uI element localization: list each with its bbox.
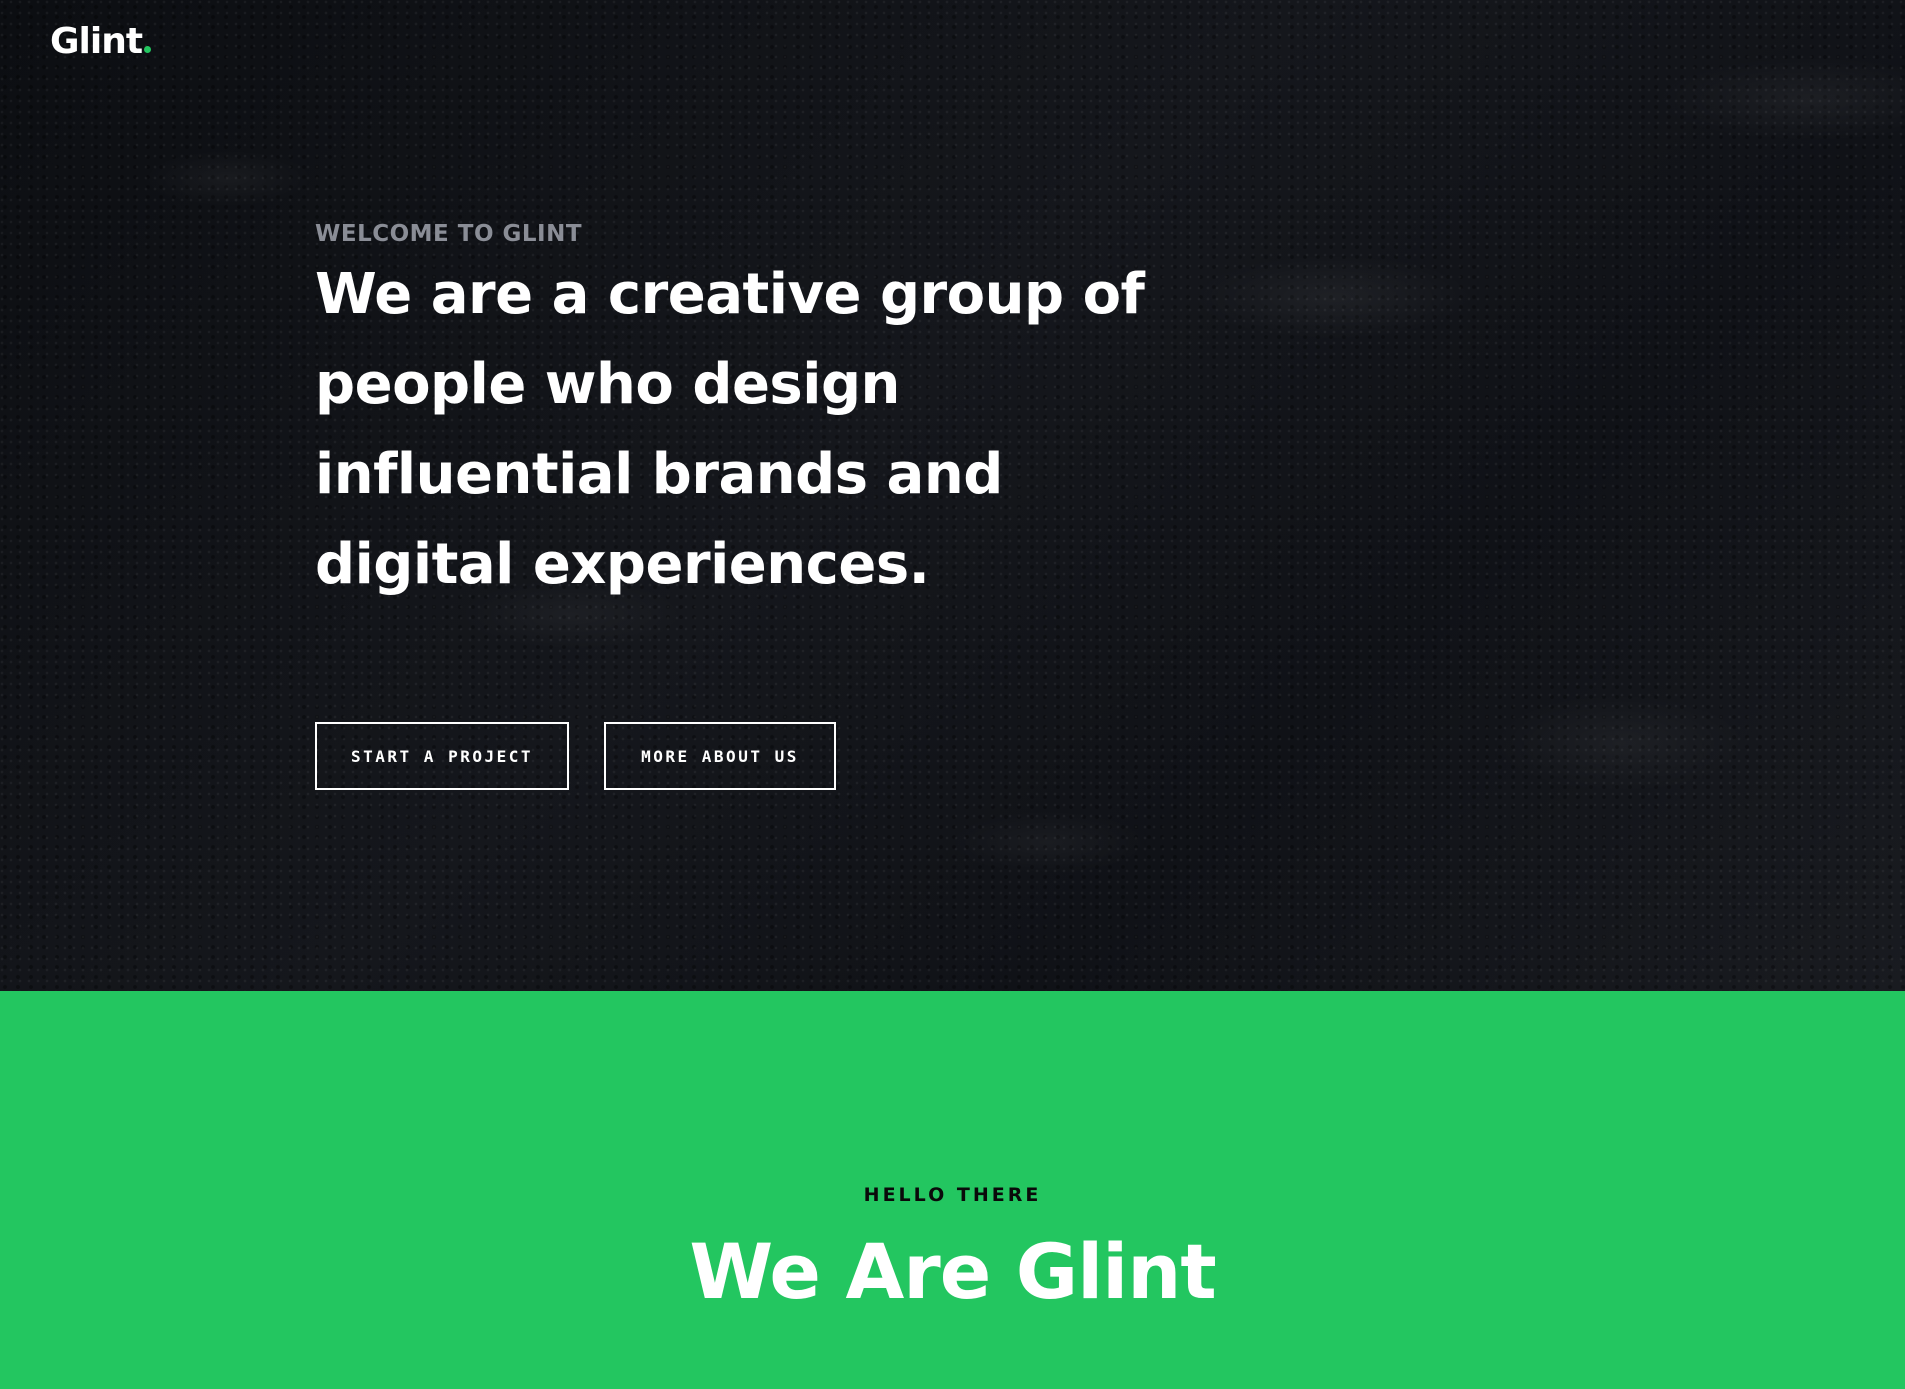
- hero-buttons: START A PROJECT MORE ABOUT US: [315, 722, 836, 790]
- hero-content: WELCOME TO GLINT We are a creative group…: [315, 218, 1215, 610]
- about-kicker: HELLO THERE: [863, 1184, 1042, 1206]
- logo-dot-icon: [144, 46, 152, 53]
- hero-section: Glint WELCOME TO GLINT We are a creative…: [0, 0, 1905, 991]
- about-section: HELLO THERE We Are Glint: [0, 991, 1905, 1389]
- site-logo[interactable]: Glint: [50, 21, 152, 62]
- more-about-us-button[interactable]: MORE ABOUT US: [604, 722, 836, 790]
- logo-text: Glint: [50, 21, 143, 62]
- about-title: We Are Glint: [689, 1227, 1216, 1316]
- start-project-button[interactable]: START A PROJECT: [315, 722, 569, 790]
- hero-headline: We are a creative group of people who de…: [315, 262, 1145, 597]
- hero-kicker: WELCOME TO GLINT: [315, 221, 583, 247]
